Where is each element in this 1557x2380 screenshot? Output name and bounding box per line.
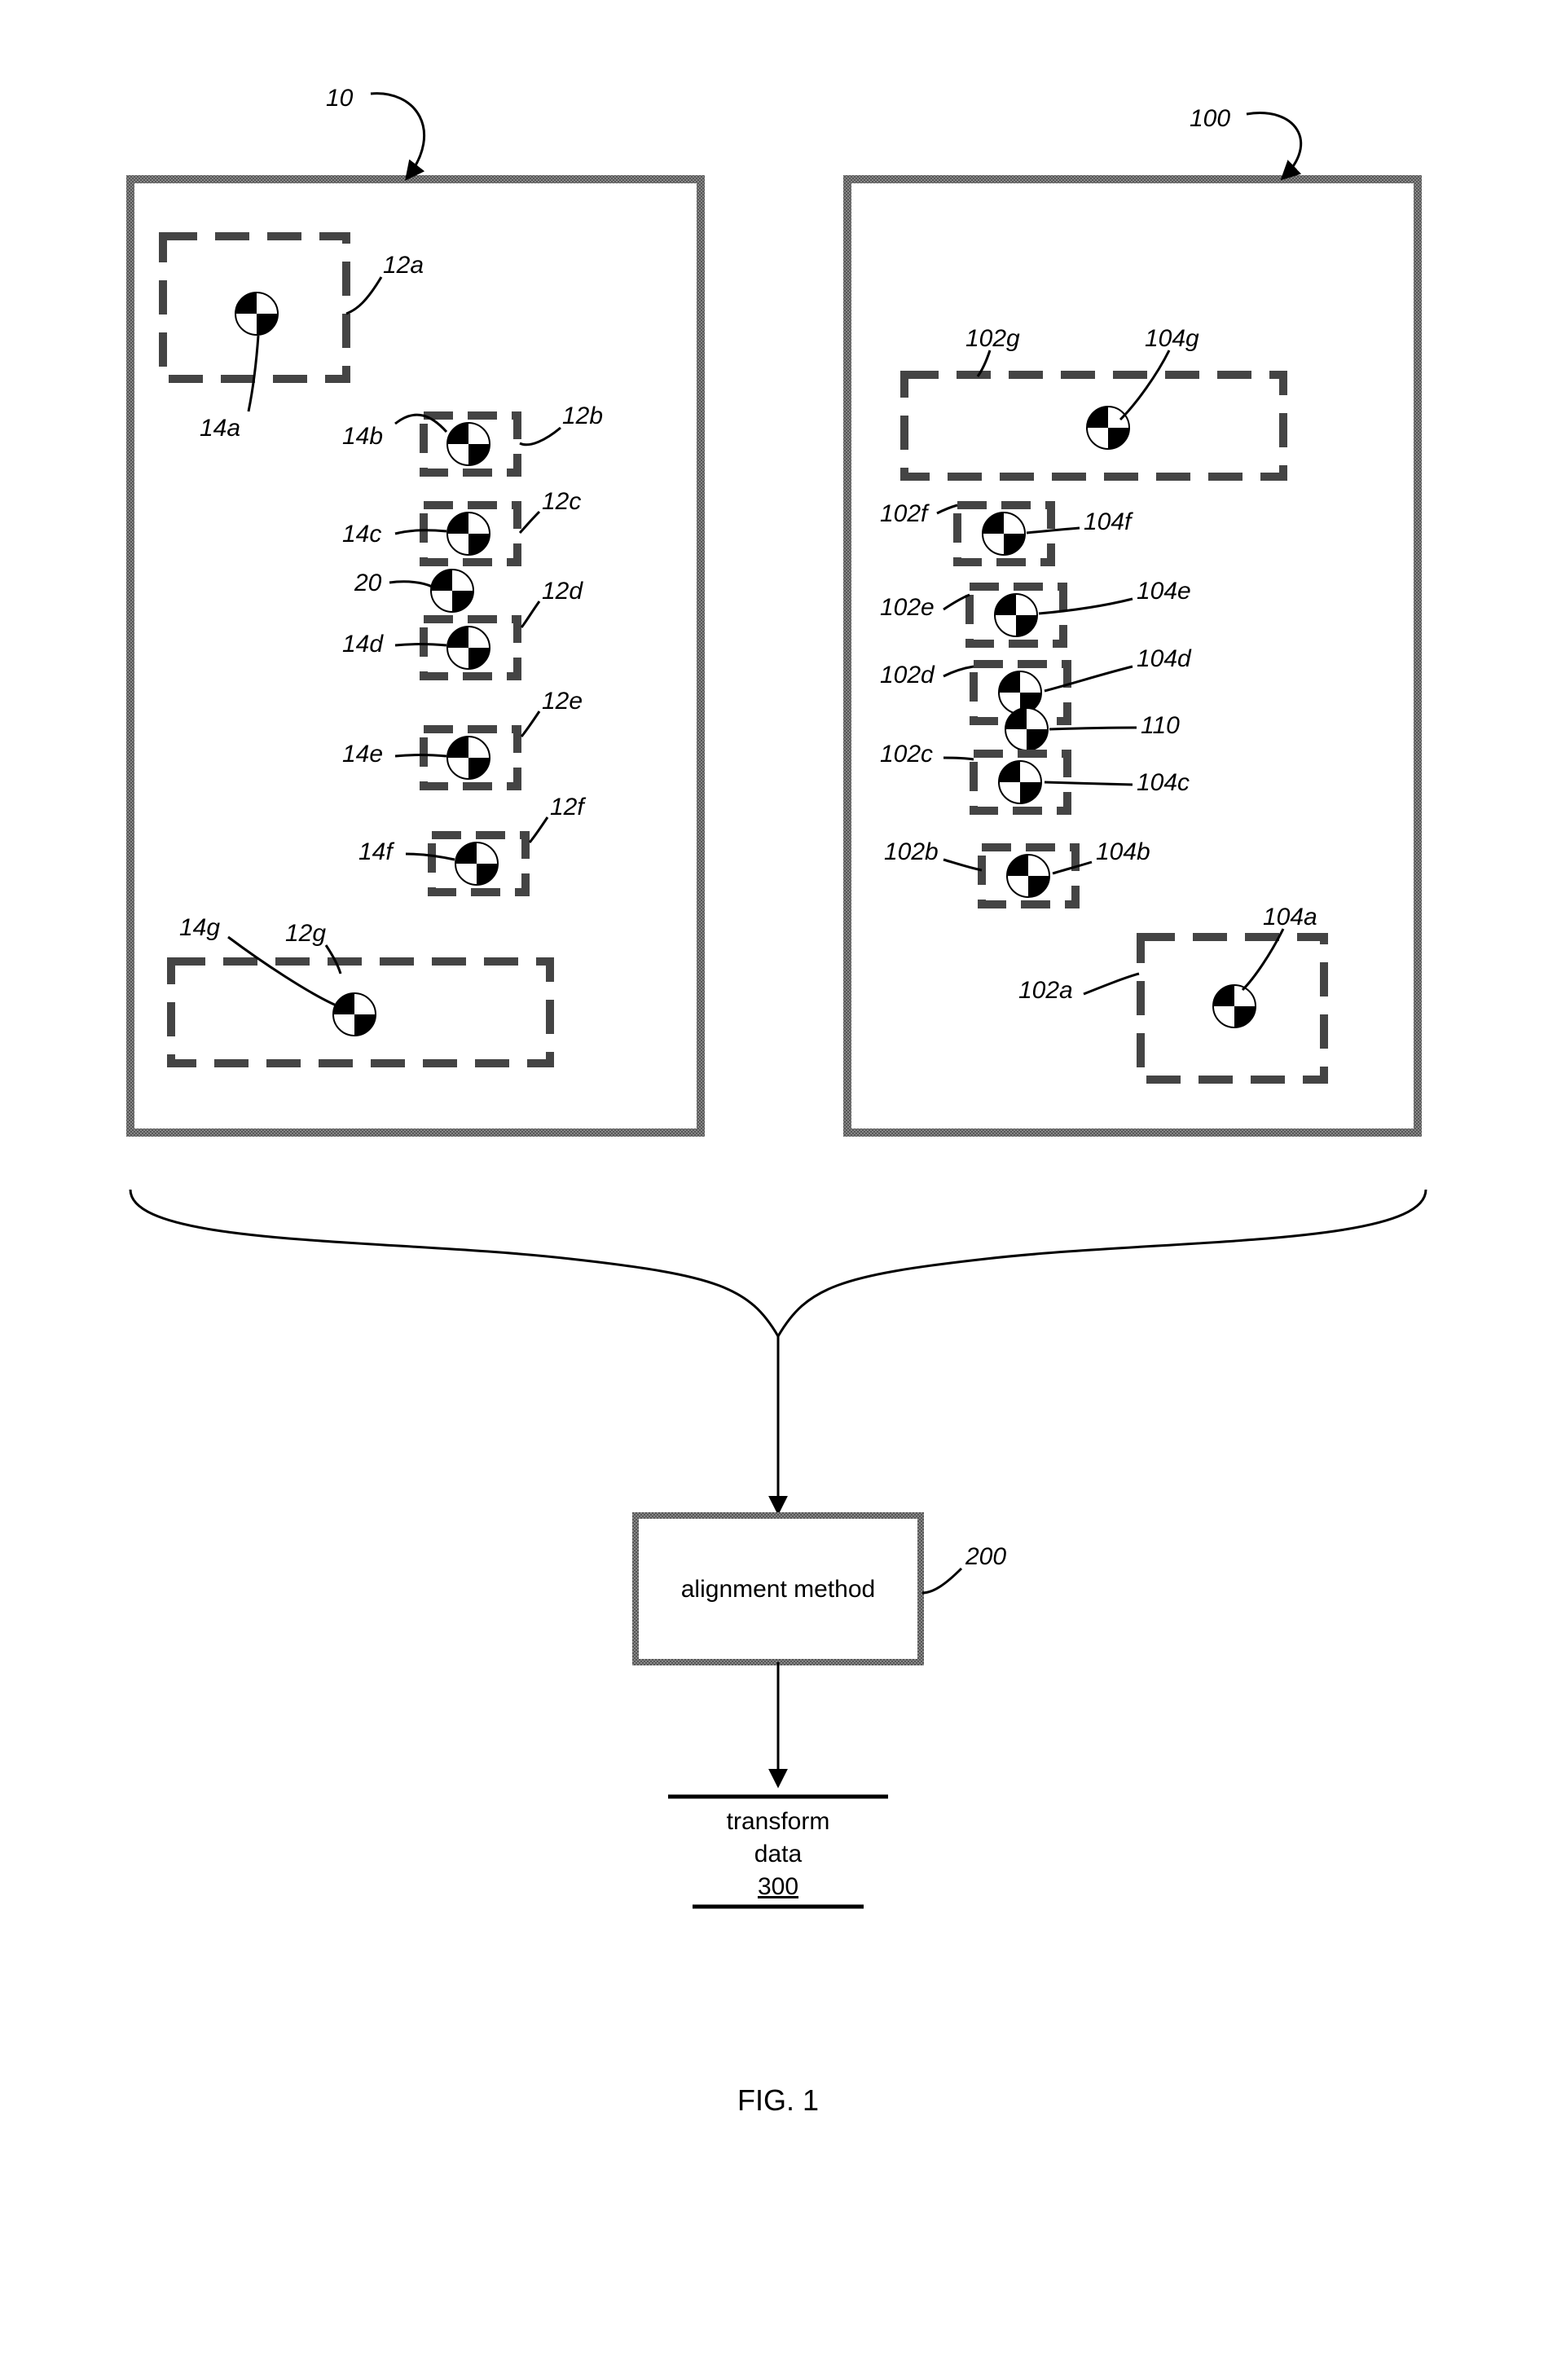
label-12a: 12a (383, 252, 424, 279)
label-12c: 12c (542, 488, 581, 515)
mark-14a-icon (235, 293, 278, 335)
label-104e: 104e (1137, 578, 1191, 605)
mark-20: 20 (354, 570, 473, 612)
box-102g: 102g 104g (904, 325, 1283, 477)
label-102a: 102a (1018, 977, 1073, 1004)
process-box-label: alignment method (681, 1576, 875, 1603)
flow: alignment method 200 transform data 300 (130, 1190, 1426, 1907)
label-20: 20 (354, 570, 382, 596)
box-12a: 12a 14a (163, 236, 424, 442)
mark-14f-icon (455, 842, 498, 885)
box-12c: 12c 14c (342, 488, 581, 562)
output-label-1: transform (727, 1808, 830, 1835)
ref-100: 100 (1190, 105, 1230, 132)
label-102b: 102b (884, 838, 939, 865)
box-12e: 12e 14e (342, 688, 583, 786)
label-104c: 104c (1137, 769, 1190, 796)
label-14e: 14e (342, 741, 383, 768)
mark-104g-icon (1087, 407, 1129, 449)
ref-10: 10 (326, 85, 354, 112)
label-110: 110 (1141, 712, 1180, 739)
label-102d: 102d (880, 662, 935, 688)
label-12d: 12d (542, 578, 583, 605)
label-14c: 14c (342, 521, 381, 548)
mark-104c-icon (999, 761, 1041, 803)
label-104f: 104f (1084, 508, 1133, 535)
label-12b: 12b (562, 403, 603, 429)
mark-14d-icon (447, 627, 490, 669)
label-12e: 12e (542, 688, 583, 715)
box-102f: 102f 104f (880, 500, 1133, 562)
label-102g: 102g (965, 325, 1020, 352)
mark-20-icon (431, 570, 473, 612)
box-12f: 12f 14f (358, 794, 586, 892)
output-label-2: data (754, 1841, 803, 1867)
mark-104f-icon (983, 513, 1025, 555)
label-102e: 102e (880, 594, 935, 621)
label-14b: 14b (342, 423, 383, 450)
label-14g: 14g (179, 914, 220, 941)
right-panel: 100 102g 104g 102f 104f 102e 104e (847, 105, 1418, 1133)
mark-110-icon (1005, 708, 1048, 750)
figure-label: FIG. 1 (737, 2083, 819, 2117)
label-104g: 104g (1145, 325, 1199, 352)
label-104b: 104b (1096, 838, 1150, 865)
mark-104e-icon (995, 594, 1037, 636)
mark-104d-icon (999, 671, 1041, 714)
box-12b: 12b 14b (342, 403, 603, 473)
output-ref: 300 (758, 1873, 798, 1900)
box-102b: 102b 104b (884, 838, 1150, 904)
mark-14b-icon (447, 423, 490, 465)
figure-1: 10 12a 14a 12b 14b 12c (0, 0, 1557, 2380)
mark-14e-icon (447, 737, 490, 779)
label-104a: 104a (1263, 904, 1317, 930)
label-102f: 102f (880, 500, 930, 527)
label-14a: 14a (200, 415, 240, 442)
label-200: 200 (965, 1543, 1006, 1570)
label-12g: 12g (285, 920, 326, 947)
mark-14c-icon (447, 513, 490, 555)
mark-104b-icon (1007, 855, 1049, 897)
box-102e: 102e 104e (880, 578, 1191, 644)
box-102c: 102c 104c (880, 741, 1190, 811)
label-104d: 104d (1137, 645, 1192, 672)
box-12g: 12g 14g (171, 914, 550, 1063)
label-14f: 14f (358, 838, 394, 865)
label-12f: 12f (550, 794, 586, 820)
left-panel: 10 12a 14a 12b 14b 12c (130, 85, 701, 1133)
mark-110: 110 (1005, 708, 1180, 750)
mark-14g-icon (333, 993, 376, 1036)
box-102a: 102a 104a (1018, 904, 1324, 1080)
label-14d: 14d (342, 631, 384, 658)
mark-104a-icon (1213, 985, 1256, 1027)
label-102c: 102c (880, 741, 933, 768)
